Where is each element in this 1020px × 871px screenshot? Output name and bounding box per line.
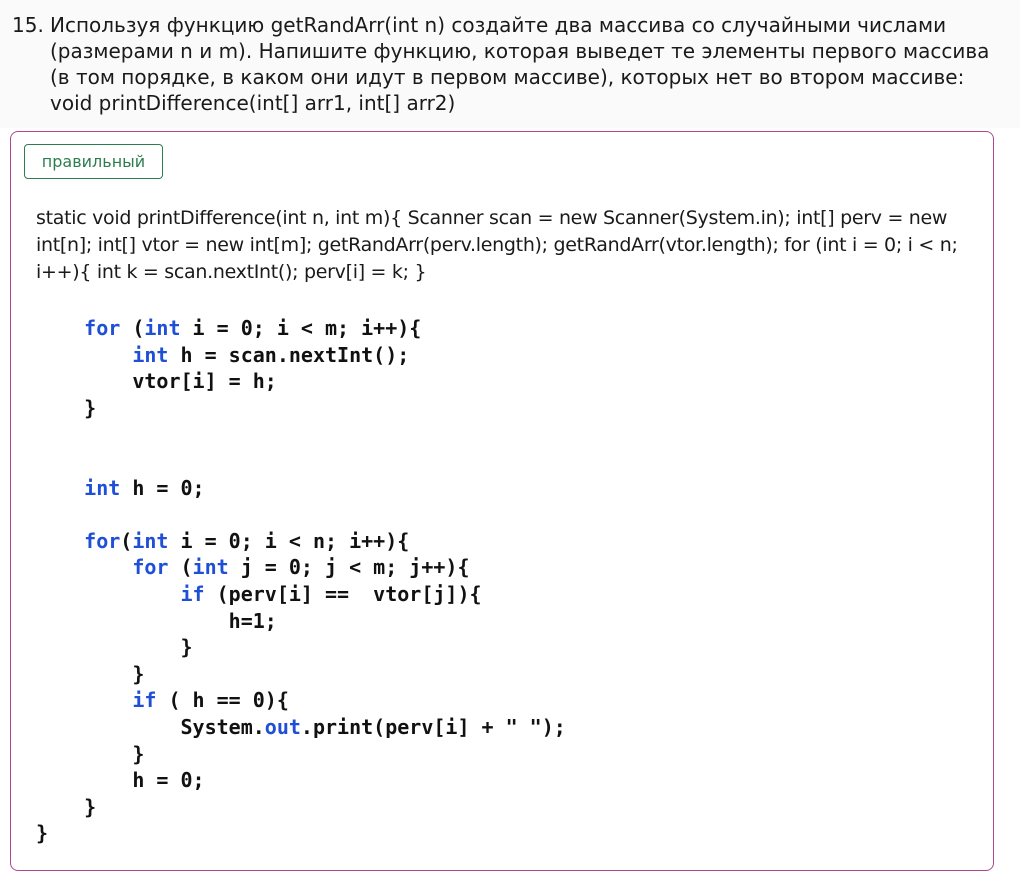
code-keyword: out <box>264 714 301 739</box>
code-keyword: for <box>84 528 121 553</box>
question-block: 15. Используя функцию getRandArr(int n) … <box>0 0 1020 128</box>
code-line: } <box>36 741 145 766</box>
code-keyword: int <box>132 528 169 553</box>
code-line: for (int i = 0; i < m; i++){ <box>84 316 422 340</box>
code-keyword: if <box>180 581 205 606</box>
code-line: int h = scan.nextInt(); <box>132 342 410 367</box>
code-keyword: int <box>144 316 181 340</box>
code-line: vtor[i] = h; <box>36 369 277 394</box>
code-line: if (perv[i] == vtor[j]){ <box>180 581 482 606</box>
code-line: int h = 0; <box>84 475 205 500</box>
code-keyword: int <box>192 555 229 580</box>
code-line: } <box>36 635 193 660</box>
code-line: } <box>36 395 97 420</box>
code-keyword: int <box>84 475 121 500</box>
code-keyword: if <box>132 688 157 713</box>
code-keyword: int <box>132 342 169 367</box>
answer-intro-text: static void printDifference(int n, int m… <box>36 207 958 283</box>
code-line: h = 0; <box>36 768 205 793</box>
status-badge: правильный <box>24 144 163 179</box>
question-text: Используя функцию getRandArr(int n) созд… <box>50 13 990 115</box>
code-line: } <box>36 821 49 846</box>
code-line: System.out.print(perv[i] + " "); <box>36 714 566 739</box>
code-line: h=1; <box>36 608 277 633</box>
code-line: if ( h == 0){ <box>132 688 289 713</box>
code-line: } <box>36 794 97 819</box>
code-line: for (int j = 0; j < m; j++){ <box>132 555 470 580</box>
code-keyword: for <box>84 316 121 340</box>
code-line: } <box>36 661 145 686</box>
code-line: for(int i = 0; i < n; i++){ <box>84 528 410 553</box>
question-number: 15. <box>12 13 44 37</box>
answer-code-block: for (int i = 0; i < m; i++){ int h = sca… <box>36 315 976 847</box>
code-keyword: for <box>132 555 169 580</box>
